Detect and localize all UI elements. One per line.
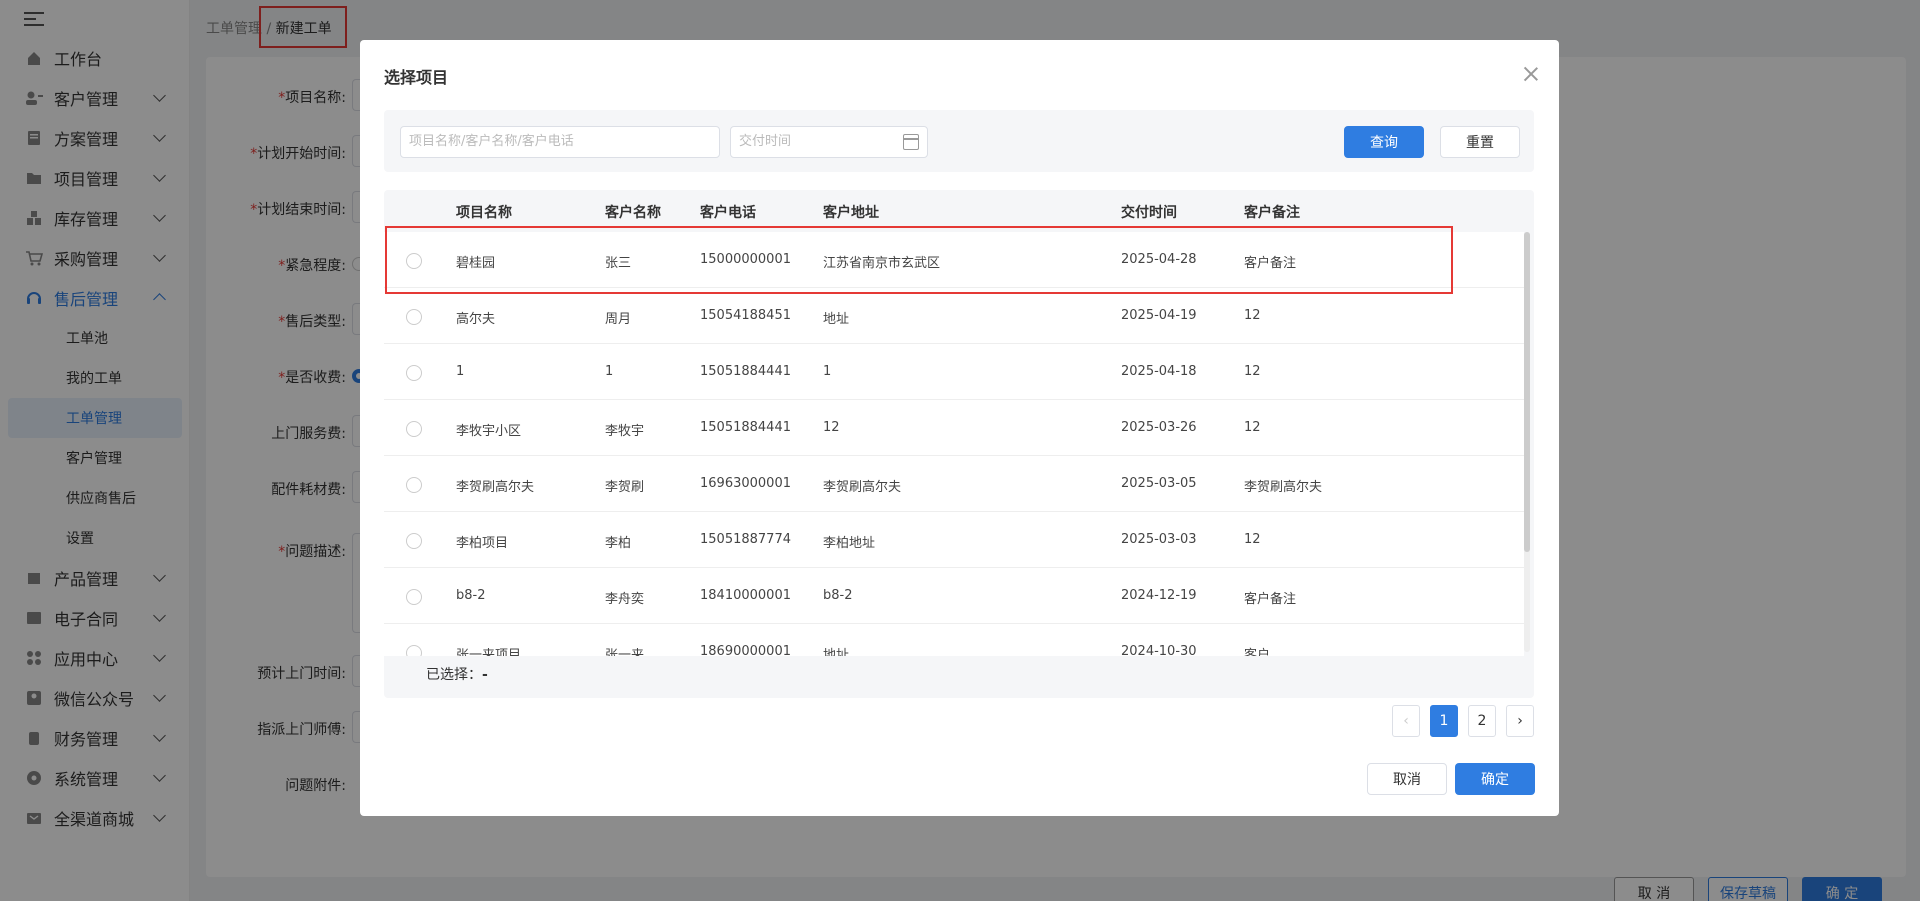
cell-address: 地址 (823, 312, 850, 327)
scrollbar-thumb[interactable] (1524, 232, 1530, 552)
row-select-radio[interactable] (406, 309, 422, 325)
dialog-cancel-button[interactable]: 取消 (1367, 763, 1447, 795)
cell-phone: 15054188451 (700, 308, 791, 323)
selected-summary: 已选择：- (426, 664, 488, 684)
cell-address: b8-2 (823, 588, 853, 603)
cell-customer-name: 李贺刷 (605, 480, 645, 495)
cell-phone: 16963000001 (700, 476, 791, 491)
page-1-button[interactable]: 1 (1430, 705, 1458, 737)
column-header: 客户电话 (700, 205, 756, 221)
cell-remark: 12 (1244, 308, 1261, 323)
row-select-radio[interactable] (406, 365, 422, 381)
cell-delivery-date: 2025-03-26 (1121, 420, 1197, 435)
table-row[interactable]: 李柏项目 李柏 15051887774 李柏地址 2025-03-03 12 (384, 512, 1524, 568)
row-select-radio[interactable] (406, 645, 422, 656)
row-select-radio[interactable] (406, 477, 422, 493)
cell-customer-name: 张一来 (605, 648, 645, 656)
cell-address: 李贺刷高尔夫 (823, 480, 902, 495)
cell-delivery-date: 2025-03-05 (1121, 476, 1197, 491)
selected-value: - (482, 667, 488, 683)
close-icon[interactable] (1523, 66, 1539, 82)
cell-customer-name: 李牧宇 (605, 424, 645, 439)
cell-delivery-date: 2025-04-19 (1121, 308, 1197, 323)
cell-delivery-date: 2024-10-30 (1121, 644, 1197, 656)
cell-project-name: 高尔夫 (456, 312, 496, 327)
cell-customer-name: 李舟奕 (605, 592, 645, 607)
cell-project-name: 李柏项目 (456, 536, 509, 551)
cell-remark: 李贺刷高尔夫 (1244, 480, 1323, 495)
table-scrollbar[interactable] (1524, 232, 1530, 652)
table-body: 碧桂园 张三 15000000001 江苏省南京市玄武区 2025-04-28 客户备注 … (384, 232, 1534, 656)
cell-remark: 客户 (1244, 648, 1271, 656)
cell-project-name: b8-2 (456, 588, 486, 603)
row-select-radio[interactable] (406, 589, 422, 605)
page-2-button[interactable]: 2 (1468, 705, 1496, 737)
selected-label: 已选择： (426, 667, 482, 683)
query-button[interactable]: 查询 (1344, 126, 1424, 158)
row-select-radio[interactable] (406, 421, 422, 437)
prev-page-button[interactable]: ‹ (1392, 705, 1420, 737)
select-project-dialog: 选择项目 项目名称/客户名称/客户电话 交付时间 查询 重置 项目名称 客户名称… (360, 40, 1559, 816)
column-header: 客户地址 (823, 205, 879, 221)
cell-customer-name: 1 (605, 364, 614, 379)
cell-customer-name: 李柏 (605, 536, 632, 551)
cell-project-name: 1 (456, 364, 465, 379)
cell-address: 地址 (823, 648, 850, 656)
cell-project-name: 张一来项目 (456, 648, 522, 656)
cell-phone: 15051884441 (700, 420, 791, 435)
delivery-date-input[interactable]: 交付时间 (730, 126, 928, 158)
search-bar: 项目名称/客户名称/客户电话 交付时间 查询 重置 (384, 110, 1534, 172)
cell-address: 李柏地址 (823, 536, 876, 551)
cell-customer-name: 周月 (605, 312, 632, 327)
cell-address: 1 (823, 364, 832, 379)
cell-project-name: 李牧宇小区 (456, 424, 522, 439)
column-header: 项目名称 (456, 205, 512, 221)
chevron-left-icon: ‹ (1403, 713, 1409, 729)
cell-phone: 18410000001 (700, 588, 791, 603)
cell-delivery-date: 2024-12-19 (1121, 588, 1197, 603)
cell-phone: 15051884441 (700, 364, 791, 379)
chevron-right-icon: › (1517, 713, 1523, 729)
dialog-title: 选择项目 (384, 68, 449, 87)
search-input[interactable]: 项目名称/客户名称/客户电话 (400, 126, 720, 158)
dialog-confirm-button[interactable]: 确定 (1455, 763, 1535, 795)
cell-remark: 12 (1244, 420, 1261, 435)
table-row[interactable]: 李牧宇小区 李牧宇 15051884441 12 2025-03-26 12 (384, 400, 1524, 456)
table-row[interactable]: 高尔夫 周月 15054188451 地址 2025-04-19 12 (384, 288, 1524, 344)
cell-phone: 18690000001 (700, 644, 791, 656)
table-row[interactable]: 张一来项目 张一来 18690000001 地址 2024-10-30 客户 (384, 624, 1524, 656)
cell-project-name: 李贺刷高尔夫 (456, 480, 535, 495)
cell-phone: 15051887774 (700, 532, 791, 547)
row-highlight-box (385, 226, 1453, 294)
cell-delivery-date: 2025-03-03 (1121, 532, 1197, 547)
cell-address: 12 (823, 420, 840, 435)
cell-remark: 客户备注 (1244, 592, 1297, 607)
table-row[interactable]: b8-2 李舟奕 18410000001 b8-2 2024-12-19 客户备注 (384, 568, 1524, 624)
next-page-button[interactable]: › (1506, 705, 1534, 737)
calendar-icon (903, 134, 919, 150)
column-header: 交付时间 (1121, 205, 1177, 221)
column-header: 客户名称 (605, 205, 661, 221)
reset-button[interactable]: 重置 (1440, 126, 1520, 158)
cell-delivery-date: 2025-04-18 (1121, 364, 1197, 379)
column-header: 客户备注 (1244, 205, 1300, 221)
table-row[interactable]: 李贺刷高尔夫 李贺刷 16963000001 李贺刷高尔夫 2025-03-05 李贺刷高… (384, 456, 1524, 512)
cell-remark: 12 (1244, 532, 1261, 547)
table-row[interactable]: 1 1 15051884441 1 2025-04-18 12 (384, 344, 1524, 400)
row-select-radio[interactable] (406, 533, 422, 549)
cell-remark: 12 (1244, 364, 1261, 379)
